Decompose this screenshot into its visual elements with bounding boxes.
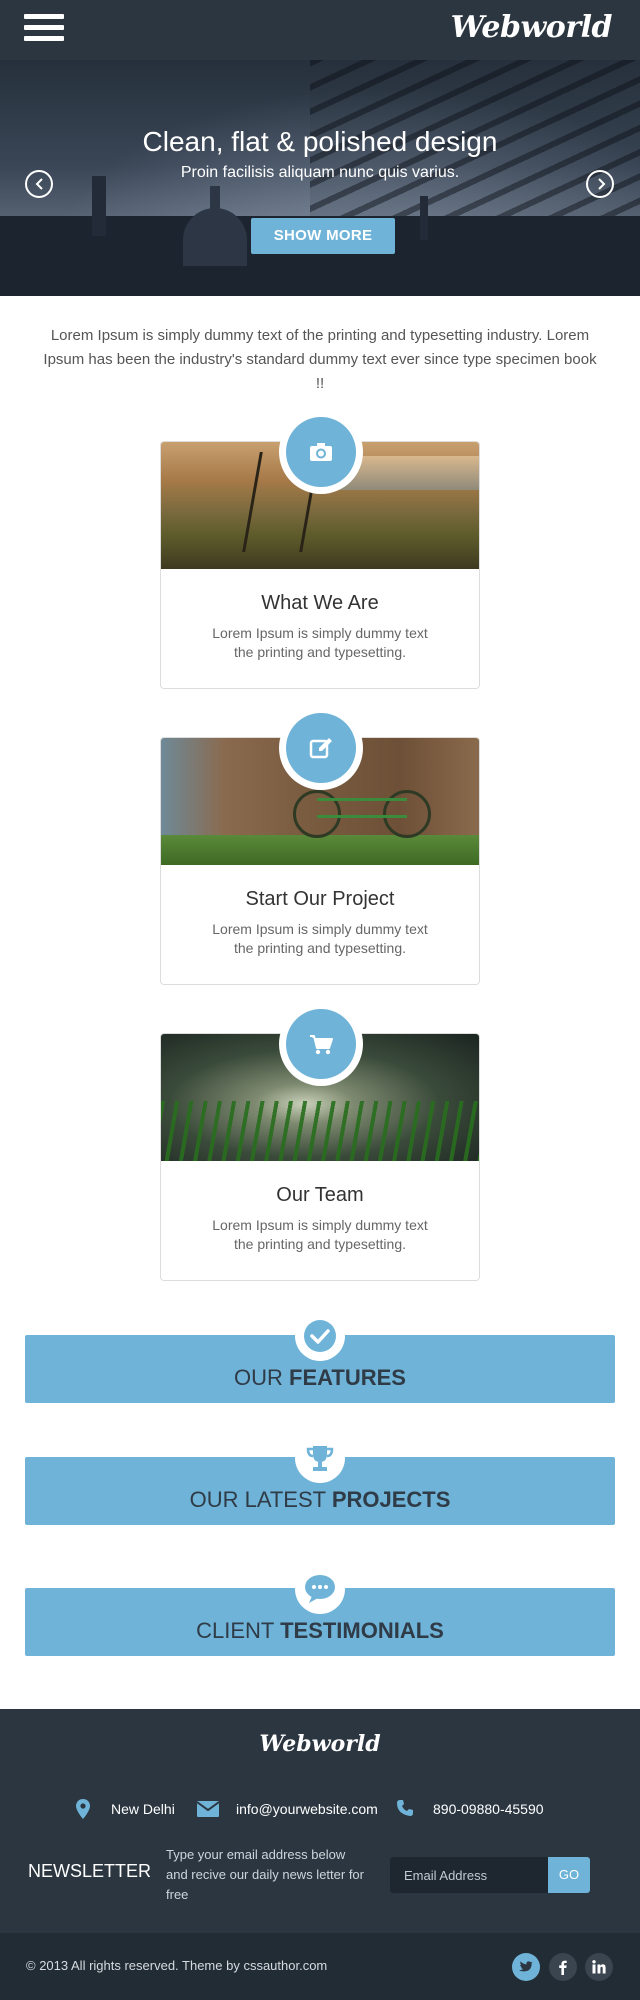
band-title: CLIENT TESTIMONIALS bbox=[196, 1618, 444, 1643]
card-title: Start Our Project bbox=[245, 888, 395, 910]
band-title: OUR FEATURES bbox=[234, 1365, 406, 1390]
check-circle-icon bbox=[304, 1320, 336, 1352]
email-link[interactable]: info@yourwebsite.com bbox=[236, 1797, 378, 1821]
card-text: Lorem Ipsum is simply dummy text the pri… bbox=[212, 1217, 428, 1252]
map-pin-icon bbox=[76, 1799, 90, 1819]
card-text: Lorem Ipsum is simply dummy text the pri… bbox=[212, 921, 428, 956]
card-title: Our Team bbox=[276, 1184, 364, 1206]
show-more-button[interactable]: SHOW MORE bbox=[251, 218, 395, 254]
newsletter-description: Type your email address below and recive… bbox=[166, 1847, 364, 1902]
logo[interactable]: Webworld bbox=[451, 10, 613, 45]
twitter-icon[interactable] bbox=[512, 1953, 540, 1981]
card-badge bbox=[279, 410, 363, 494]
newsletter-title: NEWSLETTER bbox=[28, 1861, 152, 1881]
cart-icon bbox=[310, 1035, 333, 1055]
contact-location: New Delhi bbox=[76, 1797, 186, 1821]
newsletter-go-button[interactable]: GO bbox=[548, 1857, 590, 1893]
contact-phone: 890-09880-45590 bbox=[396, 1797, 556, 1821]
chevron-right-circle-icon[interactable] bbox=[586, 170, 614, 198]
header: Webworld bbox=[0, 0, 640, 60]
section-our-latest-projects[interactable]: OUR LATEST PROJECTS bbox=[25, 1433, 615, 1525]
band-badge bbox=[295, 1433, 345, 1483]
card-badge bbox=[279, 706, 363, 790]
hero-subtitle: Proin facilisis aliquam nunc quis varius… bbox=[180, 164, 460, 181]
camera-icon bbox=[310, 443, 332, 461]
linkedin-icon[interactable] bbox=[585, 1953, 613, 1981]
section-our-features[interactable]: OUR FEATURES bbox=[25, 1311, 615, 1403]
newsletter-email-input[interactable] bbox=[390, 1857, 548, 1893]
phone-text: 890-09880-45590 bbox=[433, 1801, 544, 1817]
card-start-our-project[interactable]: Start Our Project Lorem Ipsum is simply … bbox=[160, 706, 480, 985]
band-badge bbox=[295, 1564, 345, 1614]
hamburger-menu-icon[interactable] bbox=[24, 14, 64, 44]
chat-bubble-icon bbox=[305, 1575, 335, 1603]
trophy-icon bbox=[306, 1446, 334, 1471]
band-badge bbox=[295, 1311, 345, 1361]
footer-logo[interactable]: Webworld bbox=[0, 1731, 640, 1757]
section-client-testimonials[interactable]: CLIENT TESTIMONIALS bbox=[25, 1564, 615, 1656]
card-what-we-are[interactable]: What We Are Lorem Ipsum is simply dummy … bbox=[160, 410, 480, 689]
chevron-left-circle-icon[interactable] bbox=[25, 170, 53, 198]
envelope-icon bbox=[197, 1801, 219, 1817]
hero-title: Clean, flat & polished design bbox=[142, 126, 498, 157]
bottom-bar: © 2013 All rights reserved. Theme by css… bbox=[0, 1933, 640, 2000]
card-title: What We Are bbox=[261, 592, 379, 614]
card-text: Lorem Ipsum is simply dummy text the pri… bbox=[212, 625, 428, 660]
footer: Webworld New Delhi info@yourwebsite.com … bbox=[0, 1709, 640, 1933]
intro-text: Lorem Ipsum is simply dummy text of the … bbox=[43, 327, 597, 392]
copyright-text: © 2013 All rights reserved. Theme by css… bbox=[26, 1958, 328, 1973]
card-our-team[interactable]: Our Team Lorem Ipsum is simply dummy tex… bbox=[160, 1002, 480, 1281]
band-title: OUR LATEST PROJECTS bbox=[189, 1487, 451, 1512]
location-text: New Delhi bbox=[111, 1801, 175, 1817]
card-badge bbox=[279, 1002, 363, 1086]
facebook-icon[interactable] bbox=[549, 1953, 577, 1981]
phone-icon bbox=[397, 1800, 413, 1816]
contact-email[interactable]: info@yourwebsite.com bbox=[197, 1797, 387, 1821]
edit-icon bbox=[309, 738, 332, 759]
